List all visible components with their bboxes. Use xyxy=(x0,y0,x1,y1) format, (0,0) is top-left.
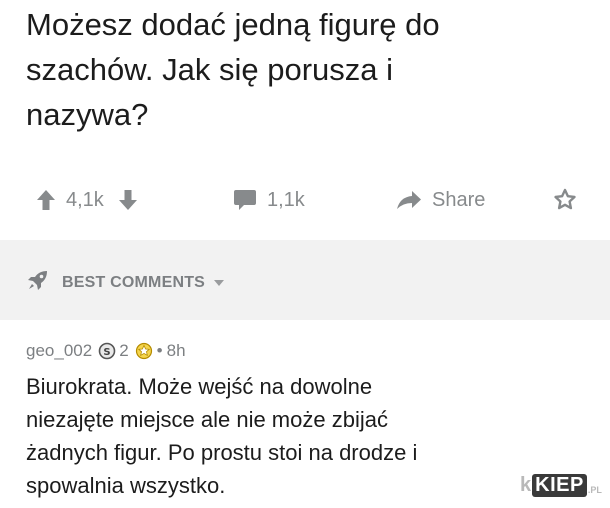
caret-down-icon xyxy=(213,274,225,292)
meta-separator: • xyxy=(156,341,163,360)
comment-line: żadnych figur. Po prostu stoi na drodze … xyxy=(26,440,418,465)
arrow-up-icon[interactable] xyxy=(36,189,56,211)
comment-line: Biurokrata. Może wejść na dowolne xyxy=(26,374,373,399)
vote-group: 4,1k xyxy=(36,180,138,220)
award-button[interactable] xyxy=(553,180,577,220)
watermark-tld: .PL xyxy=(587,484,602,495)
award-icon xyxy=(135,342,153,360)
post-title-line: nazywa? xyxy=(26,97,149,132)
coin-icon: S xyxy=(98,342,116,360)
comments-count: 1,1k xyxy=(267,188,305,211)
rocket-icon xyxy=(26,268,50,297)
post-title-line: Możesz dodać jedną figurę do xyxy=(26,7,440,42)
share-arrow-icon xyxy=(396,190,422,210)
comment-line: spowalnia wszystko. xyxy=(26,473,226,498)
share-label: Share xyxy=(432,188,486,211)
post-actions-bar: 4,1k 1,1k Share xyxy=(0,180,610,220)
post-title: Możesz dodać jedną figurę do szachów. Ja… xyxy=(26,2,586,137)
svg-text:S: S xyxy=(104,347,111,358)
coin-count: 2 xyxy=(119,341,129,360)
sort-label: BEST COMMENTS xyxy=(62,273,206,291)
watermark-logo: k KIEP .PL xyxy=(520,474,602,497)
arrow-down-icon[interactable] xyxy=(118,189,138,211)
award-icon xyxy=(553,188,577,212)
post-title-line: szachów. Jak się porusza i xyxy=(26,52,394,87)
watermark-box: KIEP xyxy=(532,474,587,497)
comment-line: niezajęte miejsce ale nie może zbijać xyxy=(26,407,388,432)
vote-count: 4,1k xyxy=(66,188,104,211)
comment: geo_002 S 2 • 8h Biurokrata. Może wejść … xyxy=(26,338,601,502)
comment-meta: geo_002 S 2 • 8h xyxy=(26,338,601,364)
comment-author[interactable]: geo_002 xyxy=(26,341,92,361)
speech-bubble-icon xyxy=(233,189,257,211)
share-button[interactable]: Share xyxy=(396,180,485,220)
comments-sort-bar: BEST COMMENTS xyxy=(0,240,610,320)
comment-time: 8h xyxy=(166,341,186,360)
watermark-prefix: k xyxy=(520,474,532,496)
comment-sort-dropdown[interactable]: BEST COMMENTS xyxy=(26,268,225,297)
comments-button[interactable]: 1,1k xyxy=(233,180,305,220)
comment-body: Biurokrata. Może wejść na dowolne niezaj… xyxy=(26,370,601,502)
